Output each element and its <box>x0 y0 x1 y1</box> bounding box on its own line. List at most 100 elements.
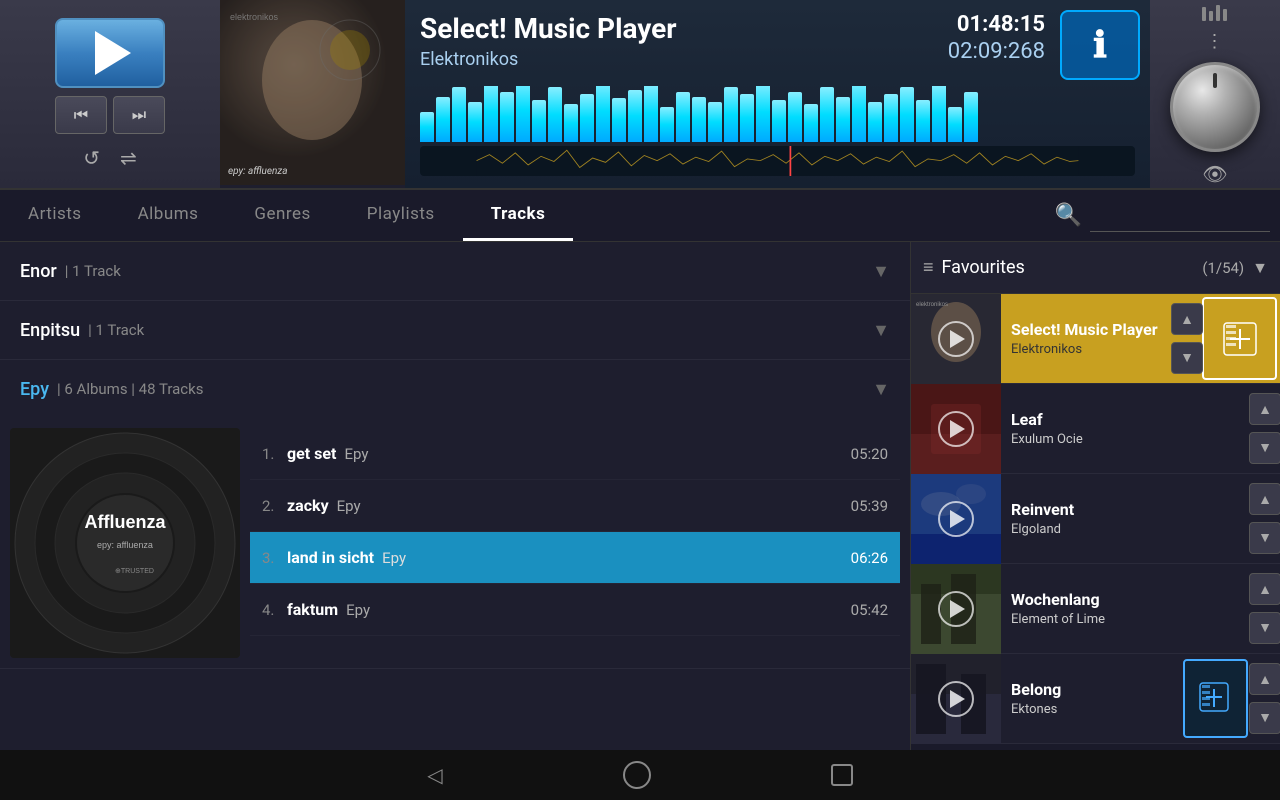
prev-button[interactable]: ⏮ <box>55 96 107 134</box>
spectrum-bar <box>772 100 786 142</box>
favourites-panel: ≡ Favourites (1/54) ▼ elektronikos <box>910 242 1280 750</box>
fav-song-title-1: Leaf <box>1011 410 1270 429</box>
track-item-4[interactable]: 4. faktum Epy 05:42 <box>250 584 900 636</box>
nav-home-button[interactable] <box>623 761 651 789</box>
fav-play-btn-3[interactable] <box>938 591 974 627</box>
favourites-header: ≡ Favourites (1/54) ▼ <box>911 242 1280 294</box>
track-artist-2: Epy <box>337 497 361 515</box>
transport-row: ⏮ ⏭ <box>55 96 165 134</box>
spectrum-bar <box>964 92 978 142</box>
info-icon: ℹ <box>1093 24 1107 66</box>
spectrum-bar <box>436 97 450 142</box>
spectrum-bar <box>884 94 898 142</box>
fav-play-btn-1[interactable] <box>938 411 974 447</box>
nav-recent-button[interactable] <box>831 764 853 786</box>
artist-header-enor[interactable]: Enor | 1 Track ▼ <box>0 242 910 300</box>
scroll-up-btn-0[interactable]: ▲ <box>1171 303 1203 335</box>
fav-thumb-2 <box>911 474 1001 564</box>
fav-item-0[interactable]: elektronikos Select! Music Player Elektr… <box>911 294 1280 384</box>
track-num-3: 3. <box>262 549 287 567</box>
track-num-2: 2. <box>262 497 287 515</box>
fav-list-icon: ≡ <box>923 257 934 278</box>
fav-item-2[interactable]: Reinvent Elgoland ▲ ▼ <box>911 474 1280 564</box>
track-artist-3: Epy <box>382 549 406 567</box>
prev-icon: ⏮ <box>74 105 88 125</box>
spectrum-bar <box>756 86 770 142</box>
track-name-4: faktum <box>287 600 338 619</box>
mode-row: ↺ ⇌ <box>83 146 137 170</box>
scroll-up-btn-4[interactable]: ▲ <box>1249 663 1280 695</box>
scroll-down-btn-1[interactable]: ▼ <box>1249 432 1280 464</box>
scroll-down-btn-2[interactable]: ▼ <box>1249 522 1280 554</box>
music-list[interactable]: Enor | 1 Track ▼ Enpitsu | 1 Track ▼ Epy… <box>0 242 910 750</box>
fav-item-3[interactable]: Wochenlang Element of Lime ▲ ▼ <box>911 564 1280 654</box>
spectrum-bar <box>532 100 546 142</box>
spectrum-bar <box>692 97 706 142</box>
fav-artist-2: Elgoland <box>1011 522 1270 537</box>
track-duration-4: 05:42 <box>851 601 888 619</box>
scroll-up-btn-2[interactable]: ▲ <box>1249 483 1280 515</box>
nav-back-button[interactable]: ◁ <box>427 763 442 787</box>
artist-header-enpitsu[interactable]: Enpitsu | 1 Track ▼ <box>0 301 910 359</box>
eye-icon[interactable]: 👁 <box>1202 162 1227 186</box>
scroll-up-btn-3[interactable]: ▲ <box>1249 573 1280 605</box>
search-input[interactable] <box>1090 200 1270 232</box>
player-artist: Elektronikos <box>420 49 677 70</box>
fav-add-outline-4[interactable] <box>1183 659 1248 738</box>
track-item-3[interactable]: 3. land in sicht Epy 06:26 <box>250 532 900 584</box>
spectrum-bar <box>676 92 690 142</box>
fav-play-btn-4[interactable] <box>938 681 974 717</box>
spectrum-bar <box>708 102 722 142</box>
fav-play-btn-0[interactable] <box>938 321 974 357</box>
track-num-4: 4. <box>262 601 287 619</box>
search-icon[interactable]: 🔍 <box>1055 203 1082 228</box>
scroll-down-btn-4[interactable]: ▼ <box>1249 702 1280 734</box>
time-total: 02:09:268 <box>948 39 1045 64</box>
scroll-down-btn-3[interactable]: ▼ <box>1249 612 1280 644</box>
fav-chevron[interactable]: ▼ <box>1252 258 1268 278</box>
track-artist-1: Epy <box>344 445 368 463</box>
fav-play-btn-2[interactable] <box>938 501 974 537</box>
fav-song-title-2: Reinvent <box>1011 500 1270 519</box>
artist-header-epy[interactable]: Epy | 6 Albums | 48 Tracks ▼ <box>0 360 910 418</box>
eq-icon[interactable] <box>1200 3 1230 27</box>
player-info-wrapper: Select! Music Player Elektronikos 01:48:… <box>405 0 1150 188</box>
favourites-count: (1/54) <box>1202 259 1244 277</box>
fav-item-1[interactable]: Leaf Exulum Ocie ▲ ▼ <box>911 384 1280 474</box>
track-item-1[interactable]: 1. get set Epy 05:20 <box>250 428 900 480</box>
play-button[interactable] <box>55 18 165 88</box>
tab-genres[interactable]: Genres <box>226 190 338 241</box>
spectrum-bar <box>500 92 514 142</box>
fav-list[interactable]: elektronikos Select! Music Player Elektr… <box>911 294 1280 750</box>
player-controls: ⏮ ⏭ ↺ ⇌ <box>0 0 220 188</box>
fav-thumb-0: elektronikos <box>911 294 1001 384</box>
artist-meta-enor: | 1 Track <box>65 262 121 280</box>
tab-tracks[interactable]: Tracks <box>463 190 574 241</box>
scroll-up-btn-1[interactable]: ▲ <box>1249 393 1280 425</box>
spectrum-bar <box>580 94 594 142</box>
tab-albums[interactable]: Albums <box>110 190 227 241</box>
fav-add-active-0[interactable] <box>1202 297 1277 380</box>
menu-dots[interactable]: ⋮ <box>1206 31 1225 52</box>
svg-text:Affluenza: Affluenza <box>85 512 167 532</box>
fav-info-2: Reinvent Elgoland <box>1001 500 1280 537</box>
spectrum-bar <box>628 90 642 142</box>
artist-expanded-epy: Affluenza epy: affluenza ⊕TRUSTED 1. get… <box>0 418 910 668</box>
track-duration-3: 06:26 <box>851 549 888 567</box>
album-art-inner: elektronikos <box>220 0 405 185</box>
volume-knob[interactable] <box>1170 62 1260 152</box>
track-name-1: get set <box>287 444 336 463</box>
shuffle-icon[interactable]: ⇌ <box>120 146 137 170</box>
fav-scroll-btns-0: ▲ ▼ <box>1172 294 1202 383</box>
next-button[interactable]: ⏭ <box>113 96 165 134</box>
track-name-2: zacky <box>287 496 329 515</box>
track-item-2[interactable]: 2. zacky Epy 05:39 <box>250 480 900 532</box>
scroll-down-btn-0[interactable]: ▼ <box>1171 342 1203 374</box>
tab-playlists[interactable]: Playlists <box>339 190 463 241</box>
tab-artists[interactable]: Artists <box>0 190 110 241</box>
repeat-icon[interactable]: ↺ <box>83 146 100 170</box>
fav-item-4[interactable]: Belong Ektones ▲ <box>911 654 1280 744</box>
fav-play-overlay-2 <box>911 474 1001 564</box>
waveform[interactable] <box>420 146 1135 176</box>
info-button[interactable]: ℹ <box>1060 10 1140 80</box>
